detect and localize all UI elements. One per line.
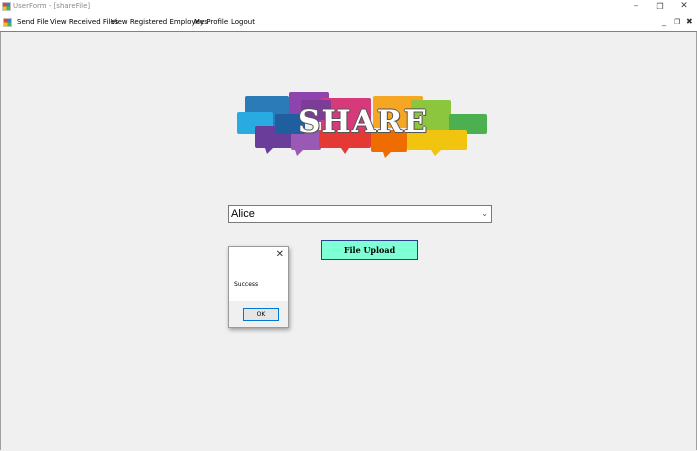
file-upload-button[interactable]: File Upload [321,240,418,260]
minimize-button[interactable]: – [625,1,647,13]
menu-view-received-files[interactable]: View Received Files [50,18,118,26]
menu-my-profile[interactable]: My Profile [194,18,228,26]
close-icon[interactable]: ✕ [276,249,284,260]
app-icon [2,2,11,11]
combobox-selected-value: Alice [231,208,255,220]
close-button[interactable]: ✕ [673,1,695,13]
success-message-box: ✕ Success OK [228,246,289,328]
restore-button[interactable]: ❐ [649,1,671,13]
mdi-child-icon[interactable] [3,18,12,27]
recipient-combobox[interactable]: Alice ⌄ [228,205,492,223]
ok-button[interactable]: OK [243,308,279,321]
menu-logout[interactable]: Logout [231,18,255,26]
mdi-close-button[interactable]: ✖ [686,17,693,26]
share-file-form: SHARE Alice ⌄ File Upload ✕ Success OK [0,32,697,450]
chevron-down-icon[interactable]: ⌄ [481,209,488,218]
logo-text: SHARE [297,104,429,140]
share-logo: SHARE [235,90,491,158]
message-box-footer: OK [229,301,288,327]
title-bar: UserForm - [shareFile] – ❐ ✕ [0,0,697,14]
message-text: Success [234,281,259,288]
mdi-restore-button[interactable]: ❐ [674,18,680,26]
menu-bar: Send File View Received Files View Regis… [0,14,697,32]
mdi-minimize-button[interactable]: _ [662,17,666,26]
window-title: UserForm - [shareFile] [13,2,91,10]
menu-send-file[interactable]: Send File [17,18,49,26]
